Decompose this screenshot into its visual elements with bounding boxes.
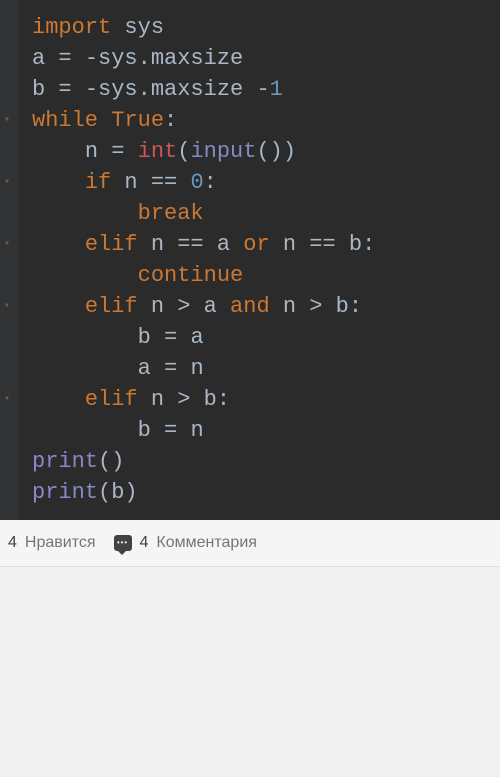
code-line[interactable]: break xyxy=(32,198,492,229)
code-line[interactable]: a = n xyxy=(32,353,492,384)
empty-area xyxy=(0,567,500,767)
code-line[interactable]: elif n > b: xyxy=(32,384,492,415)
comment-count: 4 xyxy=(140,534,149,552)
code-line[interactable]: import sys xyxy=(32,12,492,43)
fold-marker-icon[interactable]: ▾ xyxy=(4,302,10,312)
code-line[interactable]: b = a xyxy=(32,322,492,353)
social-bar: 4 Нравится ••• 4 Комментария xyxy=(0,520,500,567)
code-line[interactable]: b = -sys.maxsize -1 xyxy=(32,74,492,105)
code-line[interactable]: elif n == a or n == b: xyxy=(32,229,492,260)
code-line[interactable]: while True: xyxy=(32,105,492,136)
fold-marker-icon[interactable]: ▾ xyxy=(4,240,10,250)
comment-icon: ••• xyxy=(114,535,132,551)
code-line[interactable]: n = int(input()) xyxy=(32,136,492,167)
code-line[interactable]: continue xyxy=(32,260,492,291)
code-line[interactable]: b = n xyxy=(32,415,492,446)
code-line[interactable]: print(b) xyxy=(32,477,492,508)
gutter xyxy=(0,0,18,520)
code-line[interactable]: elif n > a and n > b: xyxy=(32,291,492,322)
comment-button[interactable]: ••• 4 Комментария xyxy=(114,534,257,552)
fold-marker-icon[interactable]: ▾ xyxy=(4,178,10,188)
like-label: Нравится xyxy=(25,534,96,552)
fold-marker-icon[interactable]: ▾ xyxy=(4,395,10,405)
code-content: import sysa = -sys.maxsizeb = -sys.maxsi… xyxy=(20,12,492,508)
like-count: 4 xyxy=(8,534,17,552)
code-line[interactable]: if n == 0: xyxy=(32,167,492,198)
code-line[interactable]: a = -sys.maxsize xyxy=(32,43,492,74)
comment-label: Комментария xyxy=(156,534,257,552)
fold-marker-icon[interactable]: ▾ xyxy=(4,116,10,126)
code-editor[interactable]: import sysa = -sys.maxsizeb = -sys.maxsi… xyxy=(0,0,500,520)
like-button[interactable]: 4 Нравится xyxy=(8,534,96,552)
code-line[interactable]: print() xyxy=(32,446,492,477)
